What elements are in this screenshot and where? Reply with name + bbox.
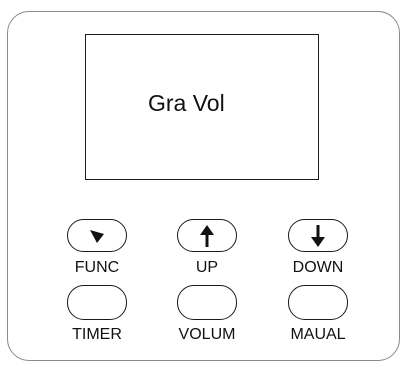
func-button[interactable] — [67, 219, 127, 252]
display-text: Gra Vol — [148, 90, 225, 116]
volum-label: VOLUM — [178, 326, 236, 343]
func-label: FUNC — [74, 259, 120, 276]
arrow-down-icon — [311, 224, 325, 247]
timer-button[interactable] — [67, 285, 127, 320]
maual-label: MAUAL — [290, 326, 346, 343]
triangle-down-icon — [90, 229, 104, 243]
down-button[interactable] — [288, 219, 348, 252]
volum-button[interactable] — [177, 285, 237, 320]
arrow-up-icon — [200, 224, 214, 247]
timer-label: TIMER — [72, 326, 122, 343]
down-label: DOWN — [292, 259, 344, 276]
up-label: UP — [195, 259, 219, 276]
maual-button[interactable] — [288, 285, 348, 320]
up-button[interactable] — [177, 219, 237, 252]
lcd-display: Gra Vol — [85, 34, 319, 180]
